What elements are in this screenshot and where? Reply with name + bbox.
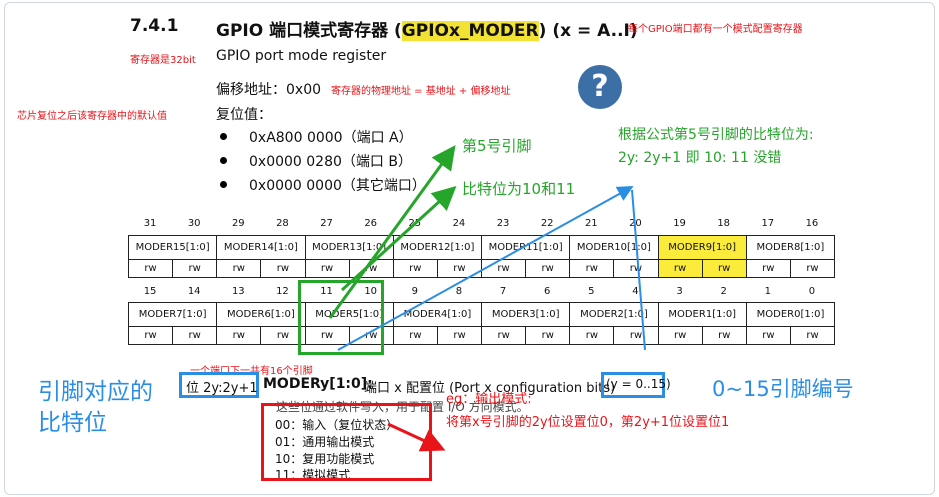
arrow-pin5 [328,145,456,319]
arrow-formula-2 [631,189,646,351]
arrow-eg [387,422,446,452]
arrow-formula [337,186,634,351]
arrow-bits [340,185,457,292]
annotation-arrows [328,145,646,452]
